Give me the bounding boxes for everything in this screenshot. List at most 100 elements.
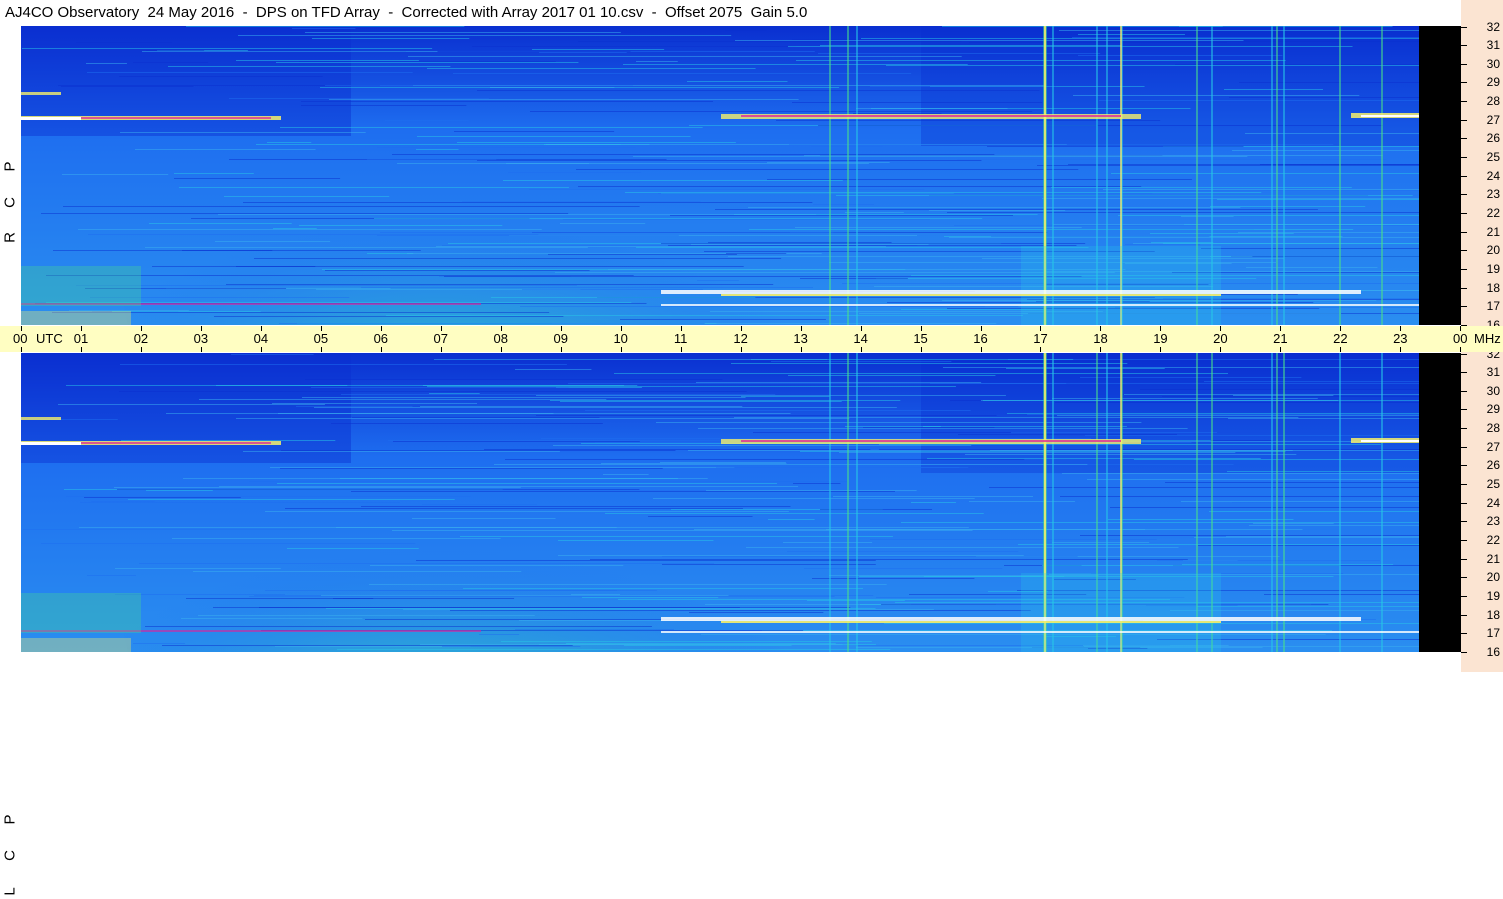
freq-tick-mark	[1461, 213, 1467, 214]
time-label: UTC	[36, 331, 63, 346]
freq-tick-label: 27	[1486, 112, 1500, 127]
freq-tick-label: 19	[1486, 261, 1500, 276]
freq-tick-label: 27	[1486, 439, 1500, 454]
time-label: 20	[1213, 331, 1228, 346]
freq-tick-mark	[1461, 409, 1467, 411]
time-label: 15	[913, 331, 928, 346]
freq-tick-label: 29	[1486, 75, 1500, 90]
freq-tick-label: 30	[1486, 383, 1500, 398]
spectrogram-svg	[21, 353, 1419, 652]
freq-tick-mark	[1461, 540, 1467, 541]
freq-tick-label: 31	[1486, 365, 1500, 380]
time-tick-mark	[21, 347, 22, 352]
time-tick-mark	[381, 326, 382, 331]
freq-tick-mark	[1461, 484, 1467, 486]
time-tick-mark	[81, 347, 82, 352]
freq-tick-mark	[1461, 63, 1467, 65]
time-label: 14	[853, 331, 868, 346]
time-tick-mark	[141, 326, 142, 331]
time-tick-mark	[1460, 326, 1461, 331]
time-tick-mark	[1400, 326, 1401, 331]
freq-tick-label: 21	[1486, 551, 1500, 566]
time-label: 06	[373, 331, 389, 346]
spectrogram-svg	[21, 26, 1419, 325]
time-tick-mark	[201, 326, 202, 331]
freq-tick-label: 18	[1486, 280, 1500, 295]
time-label: 09	[553, 331, 568, 346]
time-label: 04	[253, 331, 269, 346]
freq-tick-label: 32	[1486, 19, 1500, 34]
freq-tick-mark	[1461, 101, 1467, 103]
time-axis-bar: 00 UTC 01 02 03 04 05 06 07 08 09 10 11 12 13 14 15 16 17 1…	[0, 326, 1503, 352]
time-label: 21	[1273, 331, 1288, 346]
black-margin-top	[1419, 26, 1461, 325]
top-pol-strip: P C R	[0, 26, 21, 325]
freq-tick-label: 21	[1486, 224, 1500, 239]
time-tick-mark	[741, 347, 742, 352]
time-label: 01	[73, 331, 89, 346]
time-tick-mark	[141, 347, 142, 352]
time-tick-mark	[681, 326, 682, 331]
freq-tick-mark	[1461, 372, 1467, 374]
time-tick-mark	[261, 347, 262, 352]
time-tick-mark	[981, 326, 982, 331]
freq-tick-mark	[1461, 26, 1467, 28]
bottom-pol-letter-3: L	[1, 887, 19, 896]
freq-tick-mark	[1461, 45, 1467, 47]
time-tick-mark	[1220, 326, 1221, 331]
freq-tick-label: 20	[1486, 570, 1500, 585]
freq-axis-top: 32 31 30 29 28 27 26 25 24 23 22 21 20 19 18 17 16	[1461, 0, 1503, 331]
time-tick-mark	[861, 326, 862, 331]
freq-tick-mark	[1461, 428, 1467, 430]
time-tick-mark	[1340, 326, 1341, 331]
freq-tick-mark	[1461, 287, 1467, 289]
freq-tick-mark	[1461, 82, 1467, 84]
freq-tick-label: 19	[1486, 588, 1500, 603]
time-label: 12	[733, 331, 748, 346]
time-label: 05	[313, 331, 329, 346]
freq-tick-label: 25	[1486, 150, 1500, 165]
freq-tick-label: 23	[1486, 514, 1500, 529]
freq-tick-label: 18	[1486, 607, 1500, 622]
freq-tick-label: 22	[1486, 533, 1500, 547]
time-tick-mark	[201, 347, 202, 352]
spectrogram-lcp	[21, 353, 1419, 652]
freq-tick-label: 24	[1486, 168, 1500, 183]
freq-tick-mark	[1461, 138, 1467, 140]
time-tick-mark	[561, 326, 562, 331]
time-label: 02	[133, 331, 149, 346]
freq-tick-label: 30	[1486, 56, 1500, 71]
time-tick-mark	[441, 326, 442, 331]
freq-tick-mark	[1461, 446, 1467, 448]
time-tick-mark	[801, 326, 802, 331]
time-tick-mark	[1100, 347, 1101, 352]
freq-tick-label: 16	[1486, 644, 1500, 659]
freq-tick-mark	[1461, 268, 1467, 270]
time-label: 10	[613, 331, 628, 346]
freq-tick-label: 26	[1486, 131, 1500, 146]
top-pol-letter-1: P	[1, 161, 19, 172]
time-tick-mark	[1100, 326, 1101, 331]
time-tick-mark	[1400, 347, 1401, 352]
window-title: AJ4CO Observatory 24 May 2016 - DPS on T…	[5, 4, 808, 21]
time-tick-mark	[1160, 347, 1161, 352]
freq-axis-bottom: 32 31 30 29 28 27 26 25 24 23 22 21 20 19 18 17 16	[1461, 348, 1503, 672]
black-margin-bottom	[1419, 353, 1461, 652]
time-tick-mark	[261, 326, 262, 331]
time-label: 18	[1093, 331, 1108, 346]
time-label: 07	[433, 331, 449, 346]
freq-tick-label: 23	[1486, 187, 1500, 202]
freq-tick-mark	[1461, 353, 1467, 355]
time-label: 19	[1153, 331, 1168, 346]
freq-tick-mark	[1461, 502, 1467, 504]
freq-tick-mark	[1461, 390, 1467, 392]
time-tick-mark	[1220, 347, 1221, 352]
time-tick-mark	[501, 347, 502, 352]
freq-tick-label: 17	[1486, 626, 1500, 641]
time-tick-mark	[381, 347, 382, 352]
freq-tick-label: 29	[1486, 402, 1500, 417]
freq-tick-mark	[1461, 119, 1467, 121]
time-tick-mark	[801, 347, 802, 352]
freq-tick-label: 31	[1486, 38, 1500, 53]
time-tick-mark	[1040, 347, 1041, 352]
